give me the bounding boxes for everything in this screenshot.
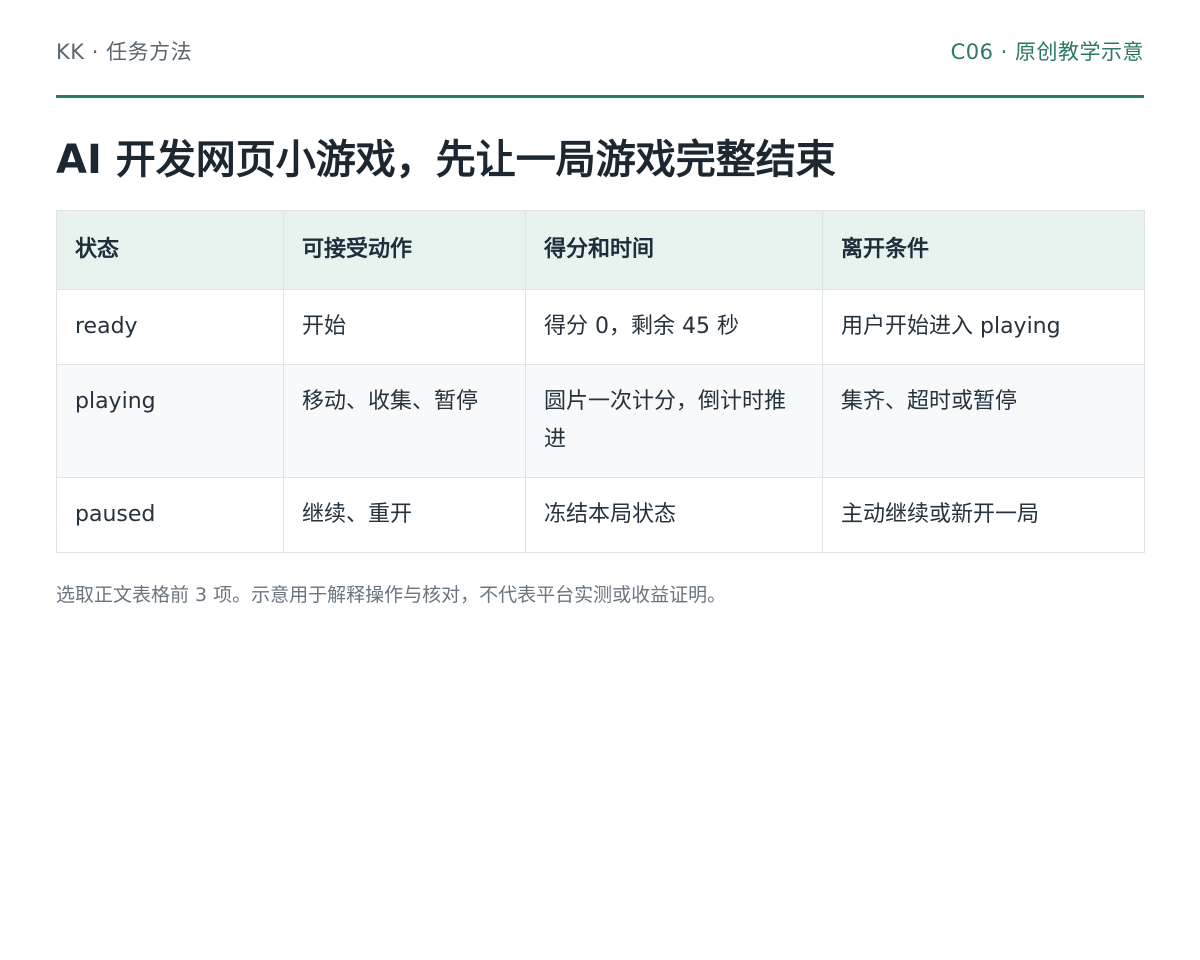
table-cell: 主动继续或新开一局 [822, 477, 1145, 553]
table-cell: 集齐、超时或暂停 [822, 364, 1145, 478]
table-header-row: 状态 可接受动作 得分和时间 离开条件 [56, 210, 1145, 290]
table-cell: 得分 0，剩余 45 秒 [525, 289, 823, 365]
table-cell: 用户开始进入 playing [822, 289, 1145, 365]
table-cell: 开始 [283, 289, 526, 365]
column-header-actions: 可接受动作 [283, 210, 526, 290]
table-cell: 移动、收集、暂停 [283, 364, 526, 478]
column-header-score-time: 得分和时间 [525, 210, 823, 290]
table-cell: paused [56, 477, 284, 553]
column-header-state: 状态 [56, 210, 284, 290]
slide-code-label: C06 · 原创教学示意 [950, 39, 1144, 64]
state-table: 状态 可接受动作 得分和时间 离开条件 ready 开始 得分 0，剩余 45 … [56, 210, 1145, 553]
page: KK · 任务方法 C06 · 原创教学示意 AI 开发网页小游戏，先让一局游戏… [0, 0, 1200, 960]
column-header-exit-condition: 离开条件 [822, 210, 1145, 290]
table-cell: 圆片一次计分，倒计时推进 [525, 364, 823, 478]
page-title: AI 开发网页小游戏，先让一局游戏完整结束 [56, 137, 836, 183]
table-row: ready 开始 得分 0，剩余 45 秒 用户开始进入 playing [56, 289, 1145, 365]
table-row: paused 继续、重开 冻结本局状态 主动继续或新开一局 [56, 477, 1145, 553]
footnote: 选取正文表格前 3 项。示意用于解释操作与核对，不代表平台实测或收益证明。 [56, 584, 727, 606]
table-cell: ready [56, 289, 284, 365]
table-cell: 冻结本局状态 [525, 477, 823, 553]
brand-label: KK · 任务方法 [56, 39, 193, 64]
table-cell: playing [56, 364, 284, 478]
table-cell: 继续、重开 [283, 477, 526, 553]
header: KK · 任务方法 C06 · 原创教学示意 [56, 0, 1144, 98]
table-row: playing 移动、收集、暂停 圆片一次计分，倒计时推进 集齐、超时或暂停 [56, 364, 1145, 478]
